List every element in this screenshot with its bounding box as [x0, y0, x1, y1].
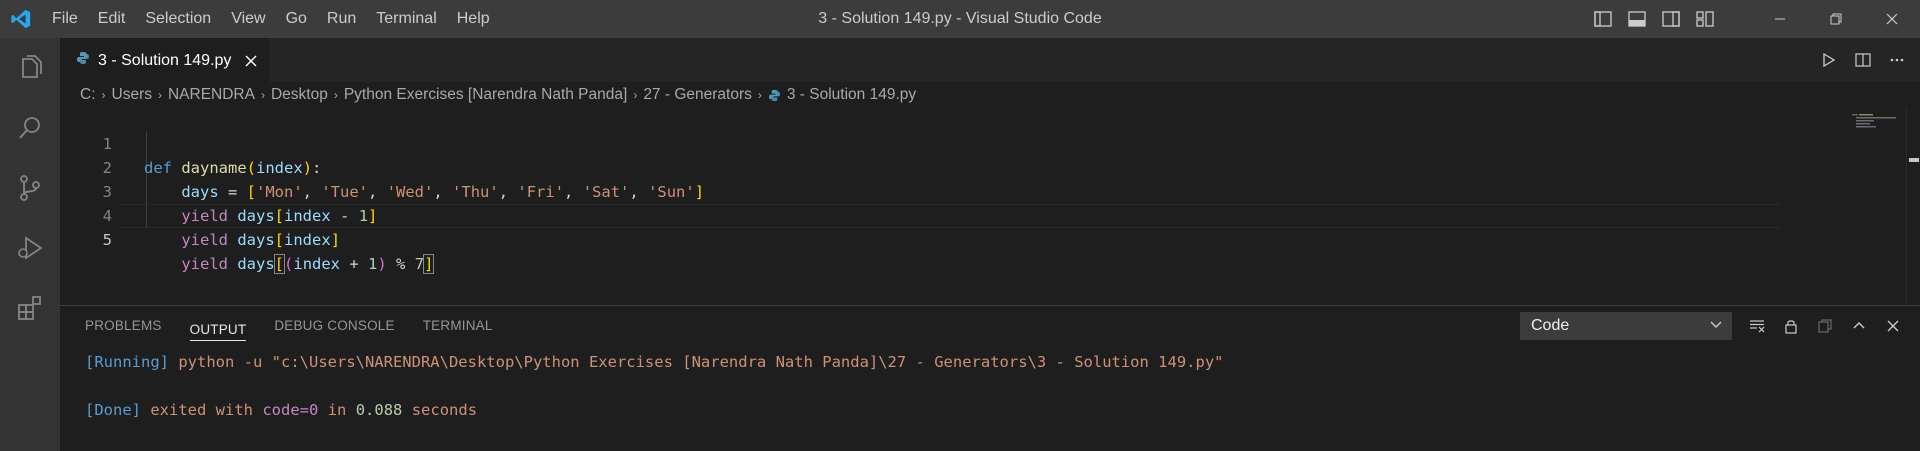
done-text: seconds: [411, 401, 478, 419]
more-actions-icon[interactable]: [1880, 38, 1914, 82]
title-bar: File Edit Selection View Go Run Terminal…: [0, 0, 1920, 38]
lock-scroll-icon[interactable]: [1774, 306, 1808, 346]
close-window-icon[interactable]: [1864, 0, 1920, 38]
python-file-icon: [76, 51, 90, 70]
output-blank-line: [85, 374, 1224, 398]
code-text: yield days[index]: [181, 231, 341, 249]
code-line: 2 days = ['Mon', 'Tue', 'Wed', 'Thu', 'F…: [60, 132, 1780, 201]
menu-terminal[interactable]: Terminal: [366, 0, 446, 38]
breadcrumb-item[interactable]: Users: [112, 86, 152, 104]
customize-layout-icon[interactable]: [1688, 0, 1722, 38]
minimize-icon[interactable]: [1752, 0, 1808, 38]
elapsed-time: 0.088: [355, 401, 403, 419]
tab-output[interactable]: OUTPUT: [189, 311, 247, 341]
menu-bar: File Edit Selection View Go Run Terminal…: [42, 0, 500, 38]
tab-terminal[interactable]: TERMINAL: [423, 306, 493, 346]
breadcrumb-item[interactable]: C:: [80, 86, 96, 104]
code-editor[interactable]: 1 def dayname(index): 2 days = ['Mon', '…: [60, 108, 1920, 304]
maximize-panel-icon[interactable]: [1842, 306, 1876, 346]
chevron-right-icon: ›: [260, 88, 265, 102]
breadcrumb-item[interactable]: 27 - Generators: [643, 86, 752, 104]
tab-solution-149[interactable]: 3 - Solution 149.py: [60, 38, 270, 82]
breadcrumb: C: › Users › NARENDRA › Desktop › Python Exe…: [60, 82, 1920, 108]
chevron-right-icon: ›: [101, 88, 106, 102]
menu-go[interactable]: Go: [276, 0, 317, 38]
python-file-icon: [768, 89, 781, 102]
source-control-icon[interactable]: [0, 158, 60, 218]
vertical-scrollbar[interactable]: [1906, 108, 1920, 304]
explorer-icon[interactable]: [0, 38, 60, 98]
breadcrumb-item[interactable]: 3 - Solution 149.py: [787, 86, 916, 104]
extensions-icon[interactable]: [0, 278, 60, 338]
running-tag: [Running]: [85, 353, 169, 371]
panel-tabs: PROBLEMS OUTPUT DEBUG CONSOLE TERMINAL: [85, 306, 521, 346]
editor-actions: [1812, 38, 1920, 82]
restore-icon[interactable]: [1808, 0, 1864, 38]
output-line-running: [Running] python -u "c:\Users\NARENDRA\D…: [85, 350, 1224, 374]
breadcrumb-item[interactable]: NARENDRA: [168, 86, 255, 104]
panel-actions: Code: [1520, 306, 1920, 346]
tab-problems[interactable]: PROBLEMS: [85, 306, 162, 346]
menu-file[interactable]: File: [42, 0, 88, 38]
bottom-panel: PROBLEMS OUTPUT DEBUG CONSOLE TERMINAL C…: [60, 305, 1920, 451]
title-controls: [1586, 0, 1920, 38]
editor-tab-bar: 3 - Solution 149.py: [60, 38, 1920, 82]
done-tag: [Done]: [85, 401, 141, 419]
menu-view[interactable]: View: [221, 0, 275, 38]
open-log-file-icon[interactable]: [1808, 306, 1842, 346]
vscode-logo-icon: [0, 0, 42, 38]
toggle-panel-icon[interactable]: [1620, 0, 1654, 38]
chevron-down-icon: [1709, 317, 1723, 336]
chevron-right-icon: ›: [757, 88, 762, 102]
split-editor-icon[interactable]: [1846, 38, 1880, 82]
chevron-right-icon: ›: [333, 88, 338, 102]
toggle-primary-sidebar-icon[interactable]: [1586, 0, 1620, 38]
code-line: 1 def dayname(index):: [60, 108, 1780, 177]
code-line: 3 yield days[index - 1]: [60, 156, 1780, 225]
exit-code: code=0: [262, 401, 319, 419]
code-text: yield days[(index + 1) % 7]: [181, 254, 435, 274]
tab-label: 3 - Solution 149.py: [98, 51, 232, 69]
code-line: 4 yield days[index]: [60, 180, 1780, 249]
output-log[interactable]: [Running] python -u "c:\Users\NARENDRA\D…: [85, 350, 1224, 422]
minimap[interactable]: [1850, 112, 1910, 152]
output-line-done: [Done] exited with code=0 in 0.088 secon…: [85, 398, 1224, 422]
breadcrumb-item[interactable]: Python Exercises [Narendra Nath Panda]: [344, 86, 627, 104]
toggle-secondary-sidebar-icon[interactable]: [1654, 0, 1688, 38]
breadcrumb-item[interactable]: Desktop: [271, 86, 328, 104]
activity-bar: [0, 38, 60, 451]
search-icon[interactable]: [0, 98, 60, 158]
chevron-right-icon: ›: [157, 88, 162, 102]
run-and-debug-icon[interactable]: [0, 218, 60, 278]
done-text: exited with: [150, 401, 253, 419]
line-number: 5: [102, 231, 112, 249]
menu-selection[interactable]: Selection: [135, 0, 221, 38]
output-channel-select[interactable]: Code: [1520, 312, 1732, 340]
menu-help[interactable]: Help: [447, 0, 500, 38]
run-python-file-icon[interactable]: [1812, 38, 1846, 82]
cursor-marker: [1909, 158, 1919, 162]
chevron-right-icon: ›: [633, 88, 638, 102]
running-command: python -u "c:\Users\NARENDRA\Desktop\Pyt…: [178, 353, 1224, 371]
tab-debug-console[interactable]: DEBUG CONSOLE: [274, 306, 394, 346]
output-channel-value: Code: [1531, 317, 1570, 334]
close-panel-icon[interactable]: [1876, 306, 1910, 346]
code-line: 5 yield days[(index + 1) % 7]: [60, 204, 1780, 274]
menu-edit[interactable]: Edit: [88, 0, 136, 38]
menu-run[interactable]: Run: [317, 0, 366, 38]
done-text: in: [327, 401, 347, 419]
close-tab-icon[interactable]: [241, 51, 261, 71]
clear-output-icon[interactable]: [1740, 306, 1774, 346]
